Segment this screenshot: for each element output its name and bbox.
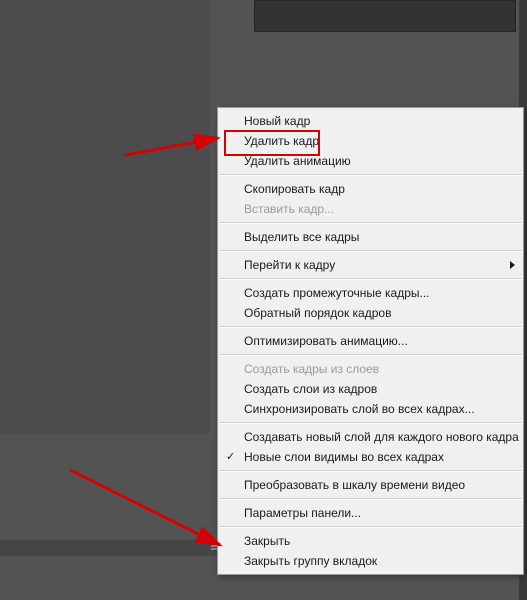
menu-make-frames-from-layers: Создать кадры из слоев xyxy=(218,359,523,379)
menu-new-layer-each-frame[interactable]: Создавать новый слой для каждого нового … xyxy=(218,427,523,447)
menu-optimize-animation[interactable]: Оптимизировать анимацию... xyxy=(218,331,523,351)
menu-separator xyxy=(219,222,522,224)
menu-tween[interactable]: Создать промежуточные кадры... xyxy=(218,283,523,303)
menu-paste-frame: Вставить кадр... xyxy=(218,199,523,219)
menu-close[interactable]: Закрыть xyxy=(218,531,523,551)
menu-separator xyxy=(219,470,522,472)
menu-label: Перейти к кадру xyxy=(244,258,335,272)
menu-separator xyxy=(219,326,522,328)
menu-reverse-frames[interactable]: Обратный порядок кадров xyxy=(218,303,523,323)
menu-separator xyxy=(219,174,522,176)
menu-separator xyxy=(219,526,522,528)
menu-new-frame[interactable]: Новый кадр xyxy=(218,111,523,131)
menu-panel-options[interactable]: Параметры панели... xyxy=(218,503,523,523)
menu-close-tab-group[interactable]: Закрыть группу вкладок xyxy=(218,551,523,571)
menu-select-all-frames[interactable]: Выделить все кадры xyxy=(218,227,523,247)
panel-footer xyxy=(0,540,235,556)
menu-separator xyxy=(219,354,522,356)
menu-copy-frame[interactable]: Скопировать кадр xyxy=(218,179,523,199)
menu-new-layers-visible[interactable]: ✓ Новые слои видимы во всех кадрах xyxy=(218,447,523,467)
timeline-thumbnail-area xyxy=(254,0,516,32)
menu-go-to-frame[interactable]: Перейти к кадру xyxy=(218,255,523,275)
menu-label: Новые слои видимы во всех кадрах xyxy=(244,450,444,464)
menu-separator xyxy=(219,250,522,252)
canvas-panel xyxy=(0,0,210,434)
menu-delete-frame[interactable]: Удалить кадр xyxy=(218,131,523,151)
checkmark-icon: ✓ xyxy=(226,450,235,463)
menu-separator xyxy=(219,422,522,424)
menu-separator xyxy=(219,278,522,280)
menu-make-layers-from-frames[interactable]: Создать слои из кадров xyxy=(218,379,523,399)
menu-separator xyxy=(219,498,522,500)
app-stage: 65 10 Новый кадр Удалить кадр Удалить ан… xyxy=(0,0,527,600)
menu-convert-timeline[interactable]: Преобразовать в шкалу времени видео xyxy=(218,475,523,495)
submenu-arrow-icon xyxy=(510,261,515,269)
timeline-flyout-menu: Новый кадр Удалить кадр Удалить анимацию… xyxy=(217,107,524,575)
menu-sync-layer[interactable]: Синхронизировать слой во всех кадрах... xyxy=(218,399,523,419)
menu-delete-animation[interactable]: Удалить анимацию xyxy=(218,151,523,171)
